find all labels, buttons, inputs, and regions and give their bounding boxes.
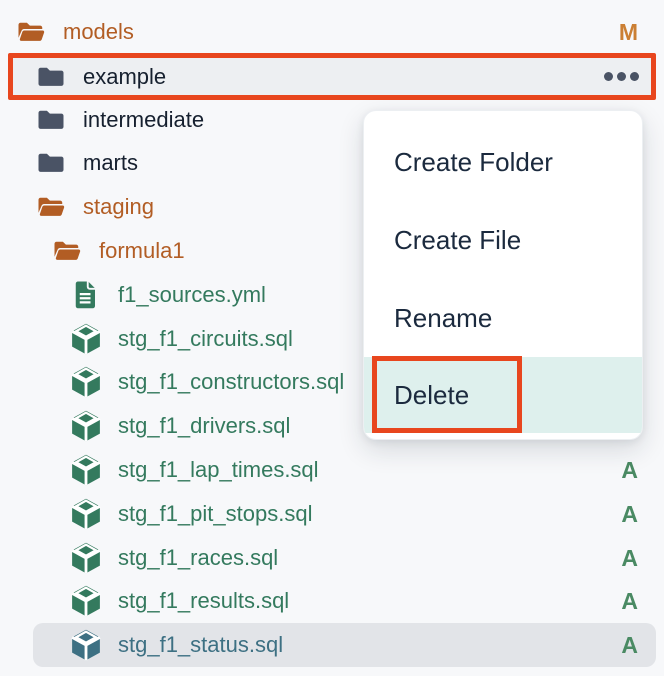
model-cube-icon xyxy=(69,365,103,399)
model-cube-icon xyxy=(69,541,103,575)
tree-row-label: f1_sources.yml xyxy=(118,282,266,308)
tree-row-label: example xyxy=(83,64,166,90)
git-status-badge: A xyxy=(621,632,638,659)
menu-item-label: Create Folder xyxy=(394,147,553,178)
tree-row-label: stg_f1_pit_stops.sql xyxy=(118,501,312,527)
model-cube-icon xyxy=(69,409,103,443)
git-status-badge: A xyxy=(621,457,638,484)
folder-closed-icon xyxy=(36,62,66,92)
tree-row-label: stg_f1_drivers.sql xyxy=(118,413,290,439)
folder-open-icon xyxy=(36,192,66,222)
menu-item-create-file[interactable]: Create File xyxy=(364,201,642,279)
git-status-badge: A xyxy=(621,501,638,528)
tree-row-label: stg_f1_results.sql xyxy=(118,588,289,614)
model-cube-icon xyxy=(69,322,103,356)
model-cube-icon xyxy=(69,628,103,662)
git-status-badge: M xyxy=(619,19,638,46)
menu-item-delete[interactable]: Delete xyxy=(364,357,642,433)
git-status-badge: A xyxy=(621,545,638,572)
model-cube-icon xyxy=(69,453,103,487)
tree-row-label: stg_f1_races.sql xyxy=(118,545,278,571)
git-status-badge: A xyxy=(621,588,638,615)
tree-row-label: models xyxy=(63,19,134,45)
file-doc-icon xyxy=(74,280,99,310)
tree-row-stg_f1_status.sql[interactable]: stg_f1_status.sql A xyxy=(33,623,656,667)
folder-open-icon xyxy=(16,17,46,47)
tree-row-label: staging xyxy=(83,194,154,220)
folder-closed-icon xyxy=(36,148,66,178)
menu-item-label: Rename xyxy=(394,303,492,334)
tree-row-label: stg_f1_circuits.sql xyxy=(118,326,293,352)
tree-row-models[interactable]: models M xyxy=(0,10,664,54)
tree-row-label: formula1 xyxy=(99,238,185,264)
model-cube-icon xyxy=(69,584,103,618)
context-menu: Create Folder Create File Rename Delete xyxy=(363,110,643,440)
tree-row-label: intermediate xyxy=(83,107,204,133)
tree-row-stg_f1_races.sql[interactable]: stg_f1_races.sql A xyxy=(0,536,664,580)
menu-item-create-folder[interactable]: Create Folder xyxy=(364,123,642,201)
row-actions-button[interactable] xyxy=(598,66,641,87)
menu-item-label: Create File xyxy=(394,225,521,256)
tree-row-label: marts xyxy=(83,150,138,176)
tree-row-stg_f1_results.sql[interactable]: stg_f1_results.sql A xyxy=(0,579,664,623)
tree-row-label: stg_f1_status.sql xyxy=(118,632,283,658)
tree-row-stg_f1_pit_stops.sql[interactable]: stg_f1_pit_stops.sql A xyxy=(0,492,664,536)
tree-row-label: stg_f1_lap_times.sql xyxy=(118,457,319,483)
menu-item-label: Delete xyxy=(394,380,469,411)
tree-row-stg_f1_lap_times.sql[interactable]: stg_f1_lap_times.sql A xyxy=(0,448,664,492)
folder-closed-icon xyxy=(36,105,66,135)
tree-row-label: stg_f1_constructors.sql xyxy=(118,369,344,395)
tree-row-example[interactable]: example xyxy=(8,53,656,100)
menu-item-rename[interactable]: Rename xyxy=(364,279,642,357)
model-cube-icon xyxy=(69,497,103,531)
ellipsis-icon xyxy=(604,72,613,81)
folder-open-icon xyxy=(52,236,82,266)
